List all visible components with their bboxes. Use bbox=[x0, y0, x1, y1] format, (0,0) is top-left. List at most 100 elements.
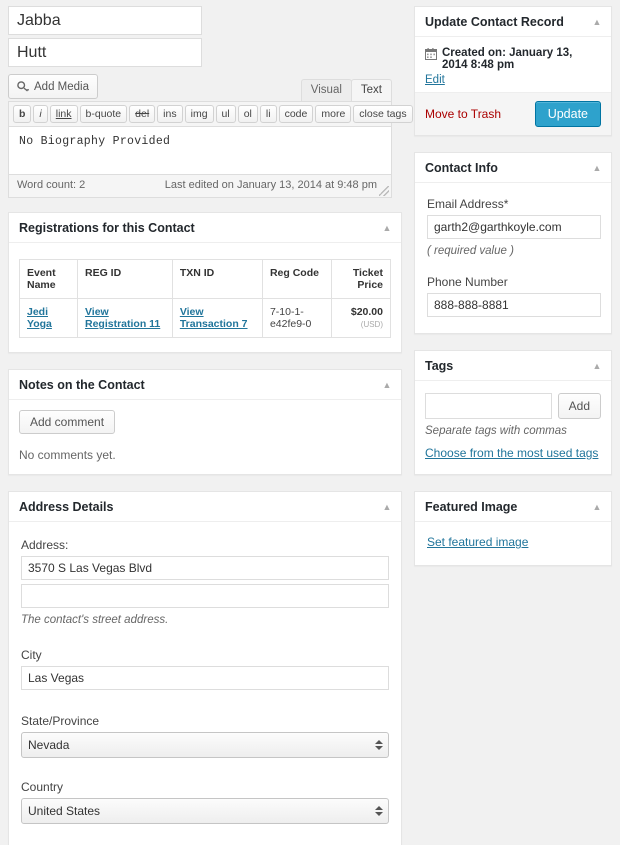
quicktag-close-tags[interactable]: close tags bbox=[353, 105, 413, 123]
contact-info-panel-title: Contact Info bbox=[425, 160, 498, 175]
country-select-wrap: United States bbox=[21, 798, 389, 824]
featured-image-panel-title: Featured Image bbox=[425, 499, 518, 514]
quicktag-b-quote[interactable]: b-quote bbox=[79, 105, 128, 123]
editor-top-bar: Add Media Visual Text bbox=[8, 74, 392, 101]
address-hint: The contact's street address. bbox=[21, 614, 169, 626]
collapse-icon[interactable]: ▲ bbox=[381, 379, 393, 391]
update-button[interactable]: Update bbox=[534, 101, 601, 127]
country-select[interactable]: United States bbox=[21, 798, 389, 824]
city-input[interactable] bbox=[21, 666, 389, 690]
collapse-icon[interactable]: ▲ bbox=[591, 162, 603, 174]
event-name-link[interactable]: Jedi Yoga bbox=[27, 306, 52, 330]
collapse-icon[interactable]: ▲ bbox=[381, 222, 393, 234]
col-txn-id: TXN ID bbox=[171, 259, 263, 299]
phone-input[interactable] bbox=[427, 293, 601, 317]
add-tag-button[interactable]: Add bbox=[557, 393, 601, 419]
main-column: Add Media Visual Text bilinkb-quotedelin… bbox=[8, 6, 472, 845]
collapse-icon[interactable]: ▲ bbox=[591, 16, 603, 28]
phone-label: Phone Number bbox=[427, 275, 508, 289]
edit-date-link[interactable]: Edit bbox=[425, 74, 445, 86]
quicktag-link[interactable]: link bbox=[49, 105, 78, 123]
state-label: State/Province bbox=[21, 714, 100, 728]
notes-panel-body: Add comment No comments yet. bbox=[9, 400, 401, 474]
quicktag-code[interactable]: code bbox=[278, 105, 314, 123]
contact-info-panel-body: Email Address* ( required value ) Phone … bbox=[415, 183, 611, 333]
add-media-label: Add Media bbox=[34, 80, 89, 93]
cell-event-name: Jedi Yoga bbox=[19, 298, 78, 338]
notes-panel: Notes on the Contact ▲ Add comment No co… bbox=[8, 369, 402, 475]
address-line2-input[interactable] bbox=[21, 584, 389, 608]
collapse-icon[interactable]: ▲ bbox=[591, 501, 603, 513]
collapse-icon[interactable]: ▲ bbox=[591, 360, 603, 372]
address-field-group: Address: The contact's street address. bbox=[21, 538, 389, 626]
notes-panel-title: Notes on the Contact bbox=[19, 377, 145, 392]
quicktag-i[interactable]: i bbox=[33, 105, 48, 123]
editor-footer: Word count: 2 Last edited on January 13,… bbox=[8, 175, 392, 198]
registrations-table: Event Name REG ID TXN ID Reg Code Ticket… bbox=[19, 259, 392, 338]
post-editor: Add Media Visual Text b i link b-quote del in… bbox=[8, 74, 472, 198]
update-panel-header: Update Contact Record ▲ bbox=[415, 7, 611, 37]
created-on-line: Created on: January 13, 2014 8:48 pm bbox=[425, 47, 601, 71]
quicktag-ol[interactable]: ol bbox=[237, 105, 258, 123]
add-comment-button[interactable]: Add comment bbox=[19, 410, 116, 434]
featured-image-panel-body: Set featured image bbox=[415, 522, 611, 565]
address-panel-header: Address Details ▲ bbox=[9, 492, 401, 522]
quicktag-b[interactable]: b bbox=[13, 105, 32, 123]
quicktag-img[interactable]: img bbox=[184, 105, 214, 123]
quicktag-ul[interactable]: ul bbox=[215, 105, 236, 123]
last-name-input[interactable] bbox=[8, 38, 202, 67]
featured-image-panel: Featured Image ▲ Set featured image bbox=[414, 491, 612, 566]
quicktag-more[interactable]: more bbox=[315, 105, 352, 123]
state-select[interactable]: Nevada bbox=[21, 732, 389, 758]
move-to-trash-link[interactable]: Move to Trash bbox=[425, 107, 501, 121]
col-event-name: Event Name bbox=[19, 259, 78, 299]
quicktags-toolbar: b i link b-quote del ins img ul ol li code more clos… bbox=[8, 101, 472, 127]
notes-panel-header: Notes on the Contact ▲ bbox=[9, 370, 401, 400]
col-ticket-price: Ticket Price bbox=[330, 259, 392, 299]
ticket-price-currency: (USD) bbox=[360, 320, 383, 329]
last-edited: Last edited on January 13, 2014 at 9:48 … bbox=[164, 179, 377, 191]
add-media-button[interactable]: Add Media bbox=[8, 74, 98, 99]
resize-handle-icon[interactable] bbox=[379, 186, 389, 196]
set-featured-image-link[interactable]: Set featured image bbox=[427, 535, 528, 549]
collapse-icon[interactable]: ▲ bbox=[381, 501, 393, 513]
registrations-panel-body: Event Name REG ID TXN ID Reg Code Ticket… bbox=[9, 243, 401, 352]
registrations-panel: Registrations for this Contact ▲ Event N… bbox=[8, 212, 402, 353]
address-label: Address: bbox=[21, 538, 69, 552]
tab-text[interactable]: Text bbox=[350, 79, 392, 101]
quicktag-del[interactable]: del bbox=[129, 105, 156, 123]
contact-info-panel: Contact Info ▲ Email Address* ( required… bbox=[414, 152, 612, 334]
address-panel-body: Address: The contact's street address. C… bbox=[9, 522, 401, 845]
update-contact-record-panel: Update Contact Record ▲ Created on: Janu… bbox=[414, 6, 612, 136]
col-reg-code: Reg Code bbox=[261, 259, 332, 299]
view-registration-link[interactable]: View Registration 11 bbox=[85, 306, 160, 330]
tags-input[interactable] bbox=[425, 393, 552, 419]
email-input[interactable] bbox=[427, 215, 601, 239]
tab-visual[interactable]: Visual bbox=[300, 79, 352, 101]
most-used-tags-link[interactable]: Choose from the most used tags bbox=[425, 446, 598, 460]
featured-image-panel-header: Featured Image ▲ bbox=[415, 492, 611, 522]
word-count: Word count: 2 bbox=[17, 179, 86, 191]
email-hint: ( required value ) bbox=[427, 245, 514, 257]
cell-ticket-price: $20.00 (USD) bbox=[330, 298, 392, 338]
tags-panel-title: Tags bbox=[425, 358, 454, 373]
tags-panel-body: Add Separate tags with commas Choose fro… bbox=[415, 381, 611, 474]
editor-textarea[interactable]: No Biography Provided bbox=[8, 127, 392, 175]
wp-admin-edit-contact-screen: Add Media Visual Text bilinkb-quotedelin… bbox=[0, 0, 620, 845]
quicktag-ins[interactable]: ins bbox=[157, 105, 183, 123]
city-label: City bbox=[21, 648, 42, 662]
view-transaction-link[interactable]: View Transaction 7 bbox=[180, 306, 248, 330]
quicktag-li[interactable]: li bbox=[259, 105, 277, 123]
tags-panel: Tags ▲ Add Separate tags with commas Cho… bbox=[414, 350, 612, 475]
contact-info-panel-header: Contact Info ▲ bbox=[415, 153, 611, 183]
first-name-input[interactable] bbox=[8, 6, 202, 35]
created-on-row: Created on: January 13, 2014 8:48 pm Edi… bbox=[415, 37, 611, 92]
cell-reg-id: View Registration 11 bbox=[76, 298, 173, 338]
state-select-wrap: Nevada bbox=[21, 732, 389, 758]
address-line1-input[interactable] bbox=[21, 556, 389, 580]
